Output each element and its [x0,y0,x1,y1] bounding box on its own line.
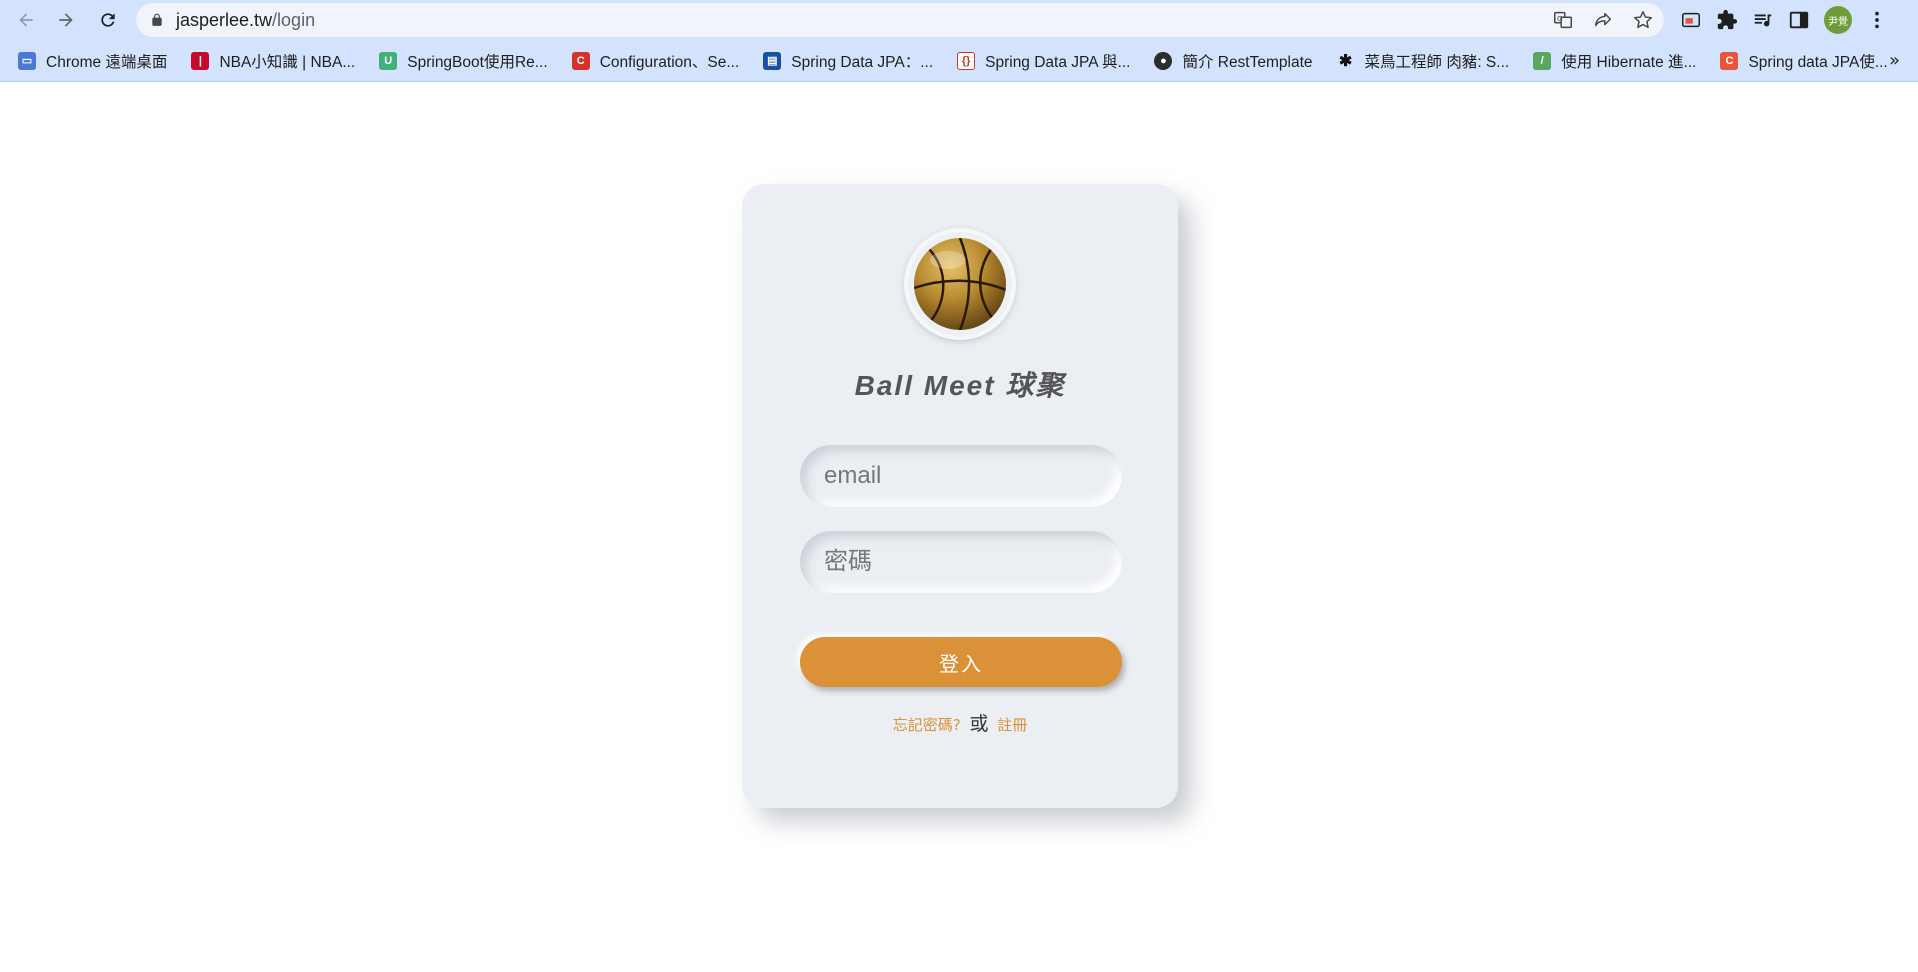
leaf-icon: / [1533,51,1552,70]
bookmark-item[interactable]: {} Spring Data JPA 與... [957,46,1140,76]
more-bookmarks-icon[interactable]: » [1889,50,1900,71]
profile-avatar[interactable]: 尹覺 [1824,6,1852,34]
arrow-left-icon [19,13,33,27]
c-icon: C [1720,51,1739,70]
cast-icon[interactable] [1680,9,1702,31]
mickey-icon: ● [1154,51,1173,70]
arrow-right-icon [59,13,73,27]
reload-button[interactable] [88,0,128,40]
login-card: Ball Meet 球聚 登入 忘記密碼? 或 註冊 [742,184,1178,808]
translate-icon[interactable]: G [1552,9,1574,31]
bookmarks-bar: ▭ Chrome 遠端桌面 | NBA小知識 | NBA... U SpringBoo… [0,40,1918,82]
login-button[interactable]: 登入 [800,637,1122,687]
c-icon: C [571,51,590,70]
bookmark-item[interactable]: C Configuration、Se... [571,46,750,76]
lock-icon [152,13,162,26]
chrome-remote-icon: ▭ [18,51,36,70]
auth-links: 忘記密碼? 或 註冊 [742,709,1178,736]
braces-icon: {} [957,51,976,70]
password-input[interactable] [800,531,1122,593]
star-bookmark-icon[interactable] [1632,9,1654,31]
browser-toolbar: jasperlee.tw/login G 尹覺 [0,0,1918,40]
or-text: 或 [969,713,989,735]
address-bar[interactable]: jasperlee.tw/login G [136,3,1664,37]
url-text: jasperlee.tw/login [176,9,316,30]
bookmark-item[interactable]: ▭ Chrome 遠端桌面 [18,46,177,76]
blog-icon: ▤ [763,51,782,70]
extensions-puzzle-icon[interactable] [1716,9,1738,31]
basketball-icon [914,238,1006,330]
forward-button[interactable] [46,0,86,40]
side-panel-icon[interactable] [1788,9,1810,31]
app-title: Ball Meet 球聚 [854,370,1066,401]
bookmark-item[interactable]: ▤ Spring Data JPA：... [763,46,943,76]
register-link[interactable]: 註冊 [997,716,1027,734]
bookmark-item[interactable]: | NBA小知識 | NBA... [191,46,365,76]
reload-icon [101,13,115,27]
nba-icon: | [191,51,210,70]
star-burst-icon: ✱ [1338,52,1353,70]
bookmark-item[interactable]: C Spring data JPA使... [1720,46,1897,76]
springboot-icon: U [379,51,398,70]
bookmark-item[interactable]: ● 簡介 RestTemplate [1154,46,1322,76]
bookmark-item[interactable]: U SpringBoot使用Re... [379,46,557,76]
kebab-menu-icon[interactable] [1866,9,1888,31]
svg-text:G: G [1557,14,1563,23]
back-button[interactable] [6,0,46,40]
forgot-password-link[interactable]: 忘記密碼? [893,716,961,734]
bookmark-item[interactable]: / 使用 Hibernate 進... [1533,46,1706,76]
basketball-logo [908,232,1012,336]
email-input[interactable] [800,445,1122,507]
share-icon[interactable] [1592,9,1614,31]
reading-list-icon[interactable] [1752,9,1774,31]
bookmark-item[interactable]: ✱ 菜鳥工程師 肉豬: S... [1337,46,1520,76]
